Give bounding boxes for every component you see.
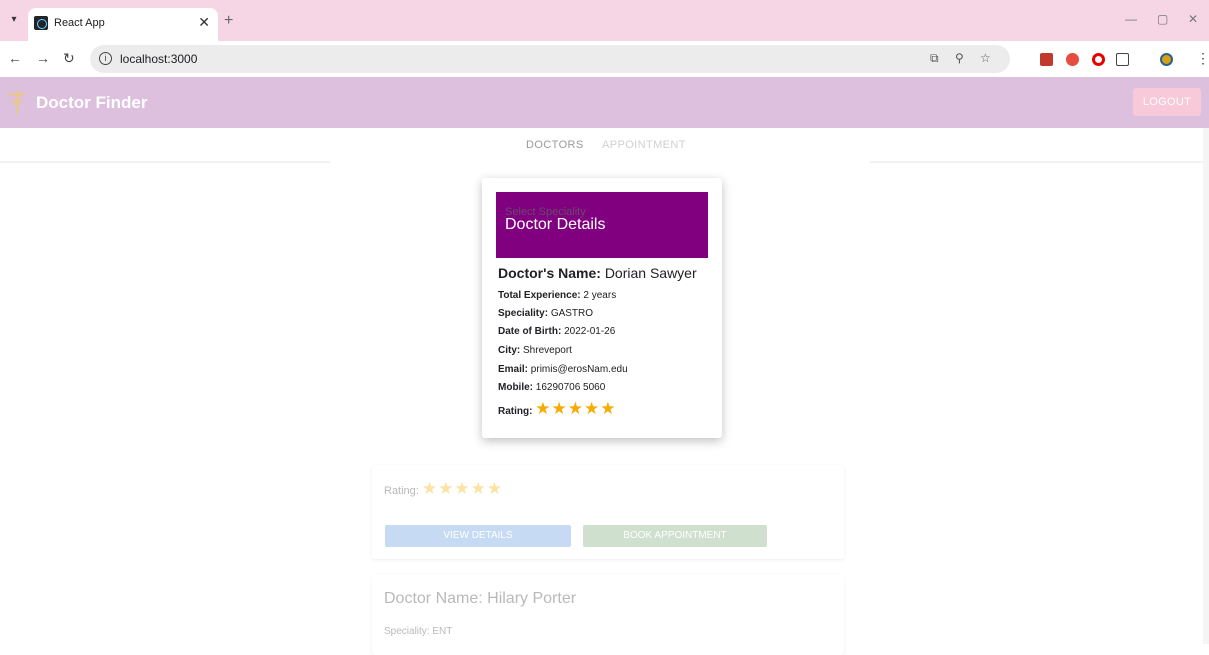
tab-title: React App — [54, 17, 105, 29]
tab-appointment[interactable]: APPOINTMENT — [602, 139, 686, 151]
url-text: localhost:3000 — [120, 52, 198, 66]
menu-dots-icon[interactable]: ⋮ — [1196, 50, 1209, 67]
doctor-name: Doctor Name: Hilary Porter — [384, 590, 577, 607]
logout-button[interactable]: LOGOUT — [1133, 88, 1201, 116]
experience-field: Total Experience: 2 years — [498, 290, 616, 301]
speciality-label: Speciality: — [498, 308, 549, 319]
restore-icon[interactable]: ▢ — [1157, 12, 1168, 26]
back-icon[interactable]: ← — [8, 50, 22, 66]
doctor-details-modal: Select Speciality Doctor Details Doctor'… — [482, 178, 722, 438]
view-details-button[interactable]: VIEW DETAILS — [385, 525, 571, 547]
card-rating: Rating: ★★★★★ — [384, 479, 503, 499]
dob-label: Date of Birth: — [498, 326, 562, 337]
divider — [870, 161, 1209, 163]
rating-stars-icon: ★★★★★ — [535, 399, 617, 418]
email-label: Email: — [498, 364, 529, 375]
minimize-icon[interactable]: — — [1125, 12, 1137, 26]
divider — [0, 161, 330, 163]
close-window-icon[interactable]: ✕ — [1188, 12, 1198, 26]
experience-value: 2 years — [583, 290, 617, 301]
mobile-value: 16290706 5060 — [535, 382, 606, 393]
extension-red-icon[interactable] — [1040, 53, 1053, 66]
address-bar[interactable]: i localhost:3000 ⧉ ⚲ ☆ — [90, 45, 1010, 73]
opera-icon[interactable] — [1092, 53, 1105, 66]
app-brand: Doctor Finder — [36, 93, 148, 112]
modal-header: Select Speciality Doctor Details — [496, 192, 708, 258]
experience-label: Total Experience: — [498, 290, 581, 301]
speciality-value: GASTRO — [550, 308, 594, 319]
tab-doctors[interactable]: DOCTORS — [526, 139, 584, 151]
browser-toolbar: ← → ↻ i localhost:3000 ⧉ ⚲ ☆ ⋮ — [0, 41, 1209, 77]
city-value: Shreveport — [523, 345, 572, 356]
doctor-name-label: Doctor's Name: — [498, 265, 601, 281]
scrollbar[interactable] — [1203, 128, 1209, 644]
adblock-icon[interactable] — [1066, 53, 1079, 66]
mobile-field: Mobile: 16290706 5060 — [498, 382, 605, 393]
reload-icon[interactable]: ↻ — [63, 50, 75, 67]
nav-tabs: DOCTORS APPOINTMENT — [0, 128, 1209, 164]
close-tab-icon[interactable]: ✕ — [198, 14, 210, 31]
doctor-name-value: Dorian Sawyer — [604, 265, 697, 281]
doctor-name: Doctor's Name: Dorian Sawyer — [498, 265, 697, 281]
new-tab-icon[interactable]: + — [224, 12, 233, 30]
doctor-speciality: Speciality: ENT — [384, 626, 453, 637]
tab-search-icon[interactable]: ▾ — [6, 12, 22, 28]
site-info-icon[interactable]: i — [99, 52, 112, 65]
city-field: City: Shreveport — [498, 345, 572, 356]
book-appointment-button[interactable]: BOOK APPOINTMENT — [583, 525, 767, 547]
app-header: Doctor Finder — [0, 77, 1209, 128]
modal-title: Doctor Details — [505, 216, 606, 233]
profile-avatar-icon[interactable] — [1160, 53, 1173, 66]
browser-tab[interactable]: React App ✕ — [28, 8, 218, 41]
rating-label: Rating: — [498, 406, 533, 417]
forward-icon[interactable]: → — [36, 50, 50, 66]
react-favicon-icon — [34, 16, 48, 30]
browser-tab-bar: ▾ React App ✕ + — ▢ ✕ — [0, 0, 1209, 41]
dob-field: Date of Birth: 2022-01-26 — [498, 326, 615, 337]
install-app-icon[interactable]: ⧉ — [930, 51, 939, 66]
city-label: City: — [498, 345, 521, 356]
caduceus-logo-icon — [7, 90, 27, 114]
dob-value: 2022-01-26 — [564, 326, 616, 337]
email-value: primis@erosNam.edu — [530, 364, 628, 375]
email-field: Email: primis@erosNam.edu — [498, 364, 628, 375]
bookmark-star-icon[interactable]: ☆ — [980, 51, 991, 65]
extensions-puzzle-icon[interactable] — [1116, 53, 1129, 66]
mobile-label: Mobile: — [498, 382, 533, 393]
rating-field: Rating: ★★★★★ — [498, 399, 616, 419]
rating-label: Rating: — [384, 485, 419, 497]
zoom-icon[interactable]: ⚲ — [955, 51, 964, 65]
rating-stars-icon: ★★★★★ — [421, 479, 504, 498]
speciality-field: Speciality: GASTRO — [498, 308, 593, 319]
doctor-card: Doctor Name: Hilary Porter Speciality: E… — [372, 575, 844, 655]
